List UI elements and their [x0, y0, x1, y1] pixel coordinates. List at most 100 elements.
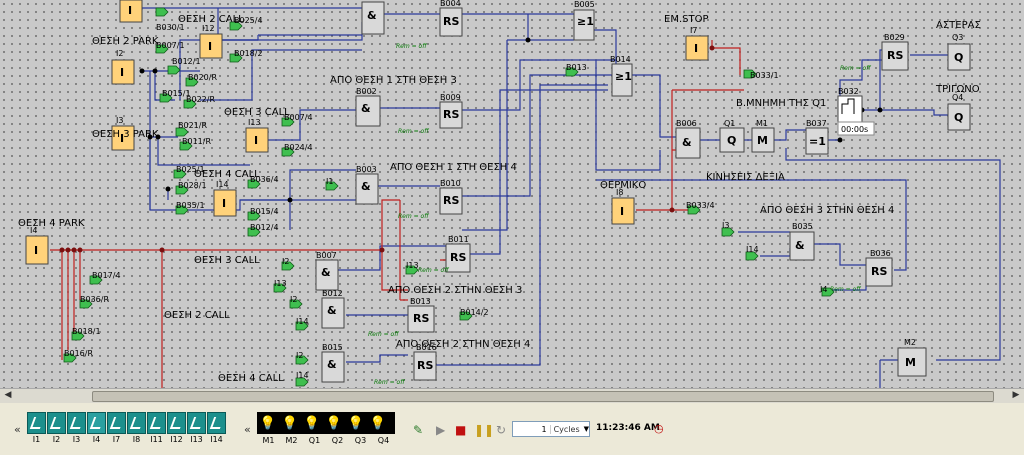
block-id: B013	[410, 297, 431, 306]
output-label: M2	[285, 436, 298, 445]
input-glyph: I	[34, 244, 38, 257]
probe-icon[interactable]: ✎	[413, 423, 423, 437]
collapse-left-icon[interactable]: «	[14, 423, 21, 436]
switch-icon[interactable]	[167, 412, 186, 434]
m-glyph: M	[905, 356, 916, 369]
step-cycle-icon[interactable]: ↻	[496, 423, 506, 437]
rem-off-label: Rem = off	[840, 65, 871, 72]
block-id: B007	[316, 251, 337, 260]
label-i3: I3	[116, 116, 123, 125]
scroll-thumb[interactable]	[92, 391, 994, 402]
simulation-outputs: 💡 💡 💡 💡 💡 💡	[257, 412, 395, 434]
switch-icon[interactable]	[207, 412, 226, 434]
rs-glyph: RS	[443, 108, 459, 121]
and-glyph: &	[361, 180, 371, 193]
section-label: ΘΕΣΗ 3 CALL	[194, 255, 260, 266]
ref-label: B033/1	[750, 71, 779, 80]
cycles-value[interactable]: 1	[513, 424, 551, 434]
output-label: M1	[262, 436, 275, 445]
or-glyph: ≥1	[577, 15, 594, 28]
switch-icon[interactable]	[27, 412, 46, 434]
ref-label: B012/1	[172, 57, 201, 66]
section-label: ΑΠΟ ΘΕΣΗ 3 ΣΤΗΝ ΘΕΣΗ 4	[760, 205, 894, 216]
input-switch-i2[interactable]: I2	[47, 412, 66, 446]
block-id: M1	[756, 119, 768, 128]
rem-off-label: Rem = off	[830, 286, 861, 293]
cycles-field[interactable]: 1 Cycles ▼	[512, 421, 590, 437]
rem-off-label: Rem = off	[374, 379, 405, 386]
scroll-right-icon[interactable]: ▶	[1010, 390, 1022, 401]
label-i12: I12	[202, 24, 215, 33]
switch-icon[interactable]	[187, 412, 206, 434]
block-id: B032	[838, 87, 859, 96]
input-switch-i4[interactable]: I4	[87, 412, 106, 446]
bulb-icon: 💡	[303, 415, 321, 431]
switch-icon[interactable]	[87, 412, 106, 434]
block-id: B012	[322, 289, 343, 298]
label-i14: I14	[216, 180, 229, 189]
ref-label: I14	[296, 371, 309, 380]
and-glyph: &	[327, 304, 337, 317]
rem-off-label: Rem = off	[396, 43, 427, 50]
section-label: ΑΣΤΕΡΑΣ	[936, 20, 981, 31]
ref-label: I2	[282, 257, 289, 266]
and-glyph: &	[321, 266, 331, 279]
rs-glyph: RS	[450, 251, 466, 264]
input-glyph: I	[222, 197, 226, 210]
play-icon[interactable]: ▶	[436, 423, 445, 437]
rem-off-label: Rem = off	[398, 128, 429, 135]
switch-icon[interactable]	[107, 412, 126, 434]
rs-glyph: RS	[871, 265, 887, 278]
switch-icon[interactable]	[147, 412, 166, 434]
collapse-middle-icon[interactable]: «	[244, 423, 251, 436]
diagram-canvas[interactable]: I I I I I I I I I I12 I2 I3 I13 I14 I4 I…	[0, 0, 1024, 388]
block-id: B029	[884, 33, 905, 42]
input-switch-i7[interactable]: I7	[107, 412, 126, 446]
block-id: B004	[440, 0, 461, 8]
section-label: ΘΕΣΗ 3 CALL	[224, 107, 290, 118]
pause-icon[interactable]: ❚❚	[474, 423, 494, 437]
rem-off-label: Rem = off	[418, 267, 449, 274]
and-glyph: &	[361, 102, 371, 115]
input-switch-i14[interactable]: I14	[207, 412, 226, 446]
input-switch-label: I4	[92, 435, 101, 444]
switch-icon[interactable]	[67, 412, 86, 434]
ref-label: B011/R	[182, 137, 211, 146]
and-glyph: &	[327, 358, 337, 371]
cycles-dropdown-icon[interactable]: ▼	[584, 425, 589, 433]
switch-icon[interactable]	[47, 412, 66, 434]
switch-icon[interactable]	[127, 412, 146, 434]
label-i7: I7	[690, 26, 697, 35]
input-switch-i3[interactable]: I3	[67, 412, 86, 446]
input-switch-label: I13	[190, 435, 203, 444]
section-label: ΑΠΟ ΘΕΣΗ 1 ΣΤΗ ΘΕΣΗ 4	[390, 162, 517, 173]
simulation-inputs: I1 I2 I3 I4 I7 I8 I11 I12 I13 I14	[27, 412, 227, 446]
bulb-icon: 💡	[259, 415, 277, 431]
block-id: B036	[870, 249, 891, 258]
and-glyph: &	[682, 136, 692, 149]
ref-label: I4	[820, 285, 827, 294]
rs-glyph: RS	[443, 15, 459, 28]
section-label: ΘΕΣΗ 2 CALL	[164, 310, 230, 321]
input-switch-i1[interactable]: I1	[27, 412, 46, 446]
clock-icon[interactable]: ◷	[654, 422, 664, 435]
output-label: Q1	[308, 436, 321, 445]
input-switch-i11[interactable]: I11	[147, 412, 166, 446]
ref-label: B014/2	[460, 308, 489, 317]
section-label: ΘΕΣΗ 2 CALL	[178, 14, 244, 25]
input-switch-i12[interactable]: I12	[167, 412, 186, 446]
input-switch-i13[interactable]: I13	[187, 412, 206, 446]
horizontal-scrollbar[interactable]: ◀ ▶	[0, 388, 1024, 403]
scroll-left-icon[interactable]: ◀	[2, 390, 14, 401]
and-glyph: &	[367, 9, 377, 22]
block-id: B003	[356, 165, 377, 174]
ref-label: I2	[290, 295, 297, 304]
ref-label: B020/R	[188, 73, 217, 82]
section-label: ΘΕΡΜΙΚΟ	[600, 180, 646, 191]
block-id: Q3	[952, 33, 963, 42]
rem-off-label: Rem = off	[368, 331, 399, 338]
input-switch-i8[interactable]: I8	[127, 412, 146, 446]
input-switch-label: I8	[132, 435, 141, 444]
stop-icon[interactable]: ■	[455, 423, 466, 437]
ref-label: I1	[326, 177, 333, 186]
